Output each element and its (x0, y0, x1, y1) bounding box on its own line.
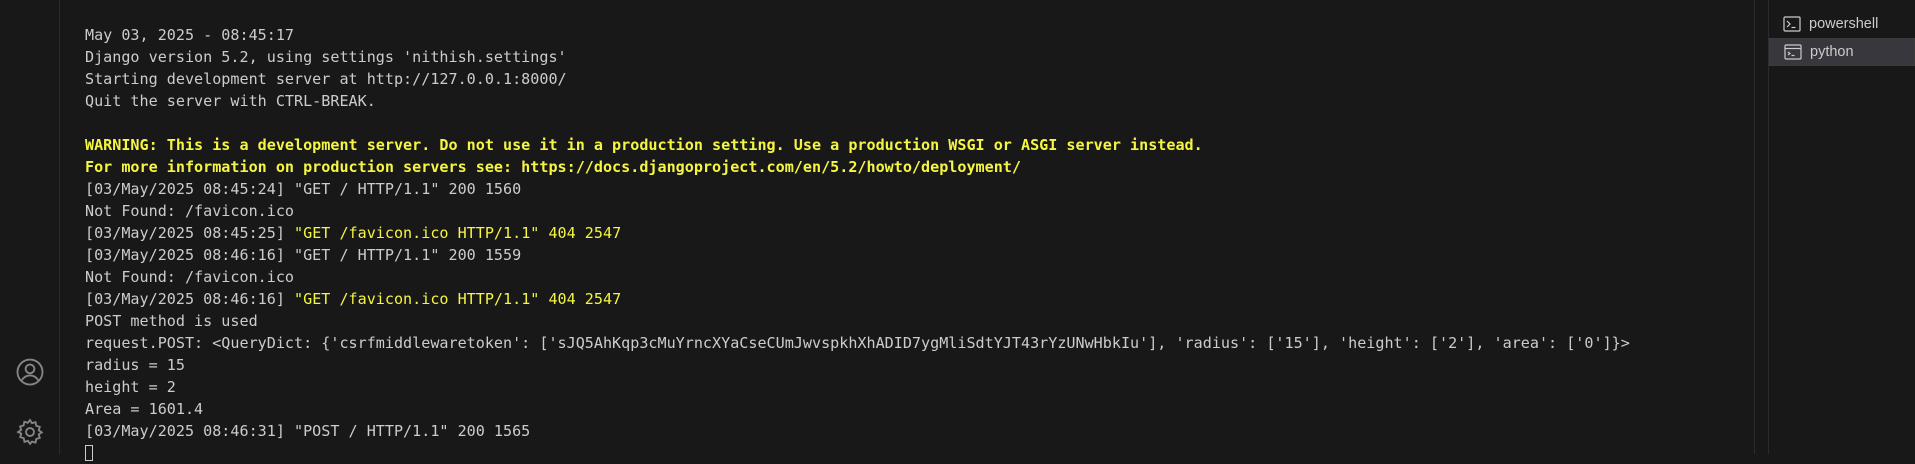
terminal-cursor (85, 445, 93, 461)
terminal-prompt-line[interactable] (85, 442, 1630, 464)
terminal-line: Django version 5.2, using settings 'nith… (85, 48, 567, 66)
terminal-tab-python[interactable]: python (1769, 38, 1915, 66)
terminal-line: [03/May/2025 08:45:24] "GET / HTTP/1.1" … (85, 180, 522, 198)
terminal-line: radius = 15 (85, 356, 185, 374)
terminal-line: [03/May/2025 08:46:16] "GET /favicon.ico… (85, 288, 1630, 310)
settings-gear-icon[interactable] (12, 414, 48, 450)
terminal-line: request.POST: <QueryDict: {'csrfmiddlewa… (85, 334, 1630, 352)
terminal-line: WARNING: This is a development server. D… (85, 136, 1203, 154)
terminal-line: Starting development server at http://12… (85, 70, 567, 88)
log-timestamp: [03/May/2025 08:45:25] (85, 224, 295, 242)
terminal-line: POST method is used (85, 312, 258, 330)
terminal-line: Not Found: /favicon.ico (85, 202, 295, 220)
console-window-icon (1784, 43, 1804, 61)
terminal-line: For more information on production serve… (85, 158, 1021, 176)
terminal-line: [03/May/2025 08:46:16] "GET / HTTP/1.1" … (85, 246, 522, 264)
terminal-line: Quit the server with CTRL-BREAK. (85, 92, 376, 110)
terminal-tabs-panel: powershell python (1768, 0, 1915, 454)
log-highlight: "GET /favicon.ico HTTP/1.1" 404 2547 (294, 290, 622, 308)
terminal-tab-label: python (1810, 44, 1854, 60)
terminal-icon (1783, 15, 1803, 33)
terminal-line: [03/May/2025 08:45:25] "GET /favicon.ico… (85, 222, 1630, 244)
terminal-output[interactable]: May 03, 2025 - 08:45:17 Django version 5.… (60, 0, 1754, 461)
terminal-scrollbar[interactable] (1754, 0, 1768, 454)
terminal-tab-powershell[interactable]: powershell (1769, 10, 1915, 38)
activity-bar (0, 0, 60, 454)
terminal-lines: May 03, 2025 - 08:45:17 Django version 5.… (85, 24, 1630, 464)
account-icon[interactable] (12, 354, 48, 390)
terminal-line: [03/May/2025 08:46:31] "POST / HTTP/1.1"… (85, 422, 531, 440)
log-timestamp: [03/May/2025 08:46:16] (85, 290, 295, 308)
terminal-line: May 03, 2025 - 08:45:17 (85, 26, 295, 44)
terminal-tab-label: powershell (1809, 16, 1879, 32)
terminal-line: height = 2 (85, 378, 176, 396)
terminal-line: Area = 1601.4 (85, 400, 204, 418)
terminal-line: Not Found: /favicon.ico (85, 268, 295, 286)
log-highlight: "GET /favicon.ico HTTP/1.1" 404 2547 (294, 224, 622, 242)
